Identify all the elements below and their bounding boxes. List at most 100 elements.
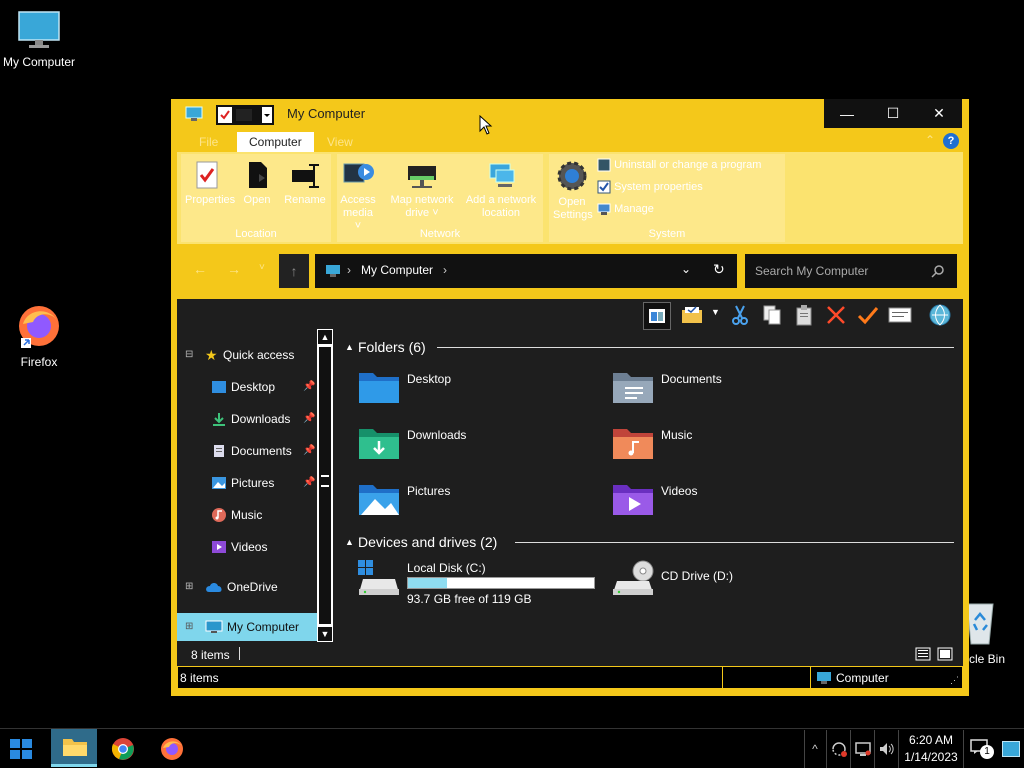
folder-music[interactable]: Music	[611, 425, 811, 465]
pictures-folder-icon	[359, 485, 399, 515]
forward-arrow-icon[interactable]: →	[227, 261, 241, 277]
paste-icon[interactable]	[791, 302, 817, 328]
drives-group-header[interactable]: Devices and drives (2)	[358, 534, 497, 550]
folder-documents[interactable]: Documents	[611, 369, 811, 409]
ribbon-group-label: System	[648, 228, 686, 240]
address-bar[interactable]: › My Computer › ⌄ ↻	[315, 254, 737, 288]
monitor-icon	[18, 11, 60, 48]
refresh-icon[interactable]: ↻	[713, 261, 725, 278]
document-icon	[214, 445, 224, 457]
details-view-icon[interactable]	[915, 647, 931, 661]
search-box[interactable]: Search My Computer	[745, 254, 957, 288]
sidebar-item-label: Desktop	[231, 380, 276, 394]
clock[interactable]: 6:20 AM 1/14/2023	[898, 730, 964, 768]
ribbon: Properties Open Rename Location Access m…	[177, 152, 963, 244]
expand-icon[interactable]: ⊞	[185, 575, 193, 599]
access-media-button[interactable]: Access media ˅	[339, 160, 377, 233]
content-area: ▼ ⊟ ★ Quick access Desktop 📌 Downloads 📌…	[177, 299, 963, 664]
cut-icon[interactable]	[727, 302, 753, 328]
chevron-down-icon[interactable]: ▼	[711, 307, 720, 317]
taskbar-file-explorer[interactable]	[51, 729, 97, 767]
new-folder-qat-icon[interactable]	[236, 109, 252, 121]
display-icon[interactable]	[850, 730, 875, 768]
help-icon[interactable]: ?	[943, 133, 959, 149]
tab-view[interactable]: View	[327, 132, 353, 152]
folder-desktop[interactable]: Desktop	[357, 369, 557, 409]
manage-label: Manage	[614, 202, 654, 215]
preview-pane-icon[interactable]	[643, 302, 671, 330]
collapse-icon[interactable]: ⊟	[185, 343, 193, 367]
up-arrow-icon[interactable]: ↑	[279, 254, 309, 288]
sidebar-item-quick-access[interactable]: ⊟ ★ Quick access	[177, 343, 317, 367]
scroll-up-icon[interactable]: ▲	[317, 329, 333, 345]
globe-icon[interactable]	[927, 302, 953, 328]
start-button[interactable]	[8, 737, 38, 761]
collapse-folders-icon[interactable]: ▲	[345, 342, 354, 352]
manage-button[interactable]: Manage	[597, 202, 654, 216]
expand-icon[interactable]: ⊞	[185, 613, 193, 641]
recent-locations-chevron-icon[interactable]: ˅	[259, 262, 265, 273]
system-properties-button[interactable]: System properties	[597, 180, 703, 194]
sidebar-item-downloads[interactable]: Downloads 📌	[177, 407, 317, 431]
folder-name: Pictures	[407, 484, 451, 498]
volume-icon[interactable]	[874, 730, 899, 768]
tab-file[interactable]: File	[199, 132, 218, 152]
expand-ribbon-icon[interactable]: ⌃	[925, 133, 935, 147]
sidebar-item-documents[interactable]: Documents 📌	[177, 439, 317, 463]
network-status-icon[interactable]	[826, 730, 851, 768]
open-settings-button[interactable]: Open Settings	[553, 160, 593, 222]
sidebar-item-desktop[interactable]: Desktop 📌	[177, 375, 317, 399]
copy-icon[interactable]	[759, 302, 785, 328]
tab-computer[interactable]: Computer	[237, 132, 314, 152]
sidebar-item-videos[interactable]: Videos	[177, 535, 317, 559]
uninstall-program-button[interactable]: Uninstall or change a program	[597, 158, 761, 172]
drive-name: CD Drive (D:)	[661, 569, 733, 583]
desktop-icon-my-computer[interactable]: My Computer	[0, 10, 79, 69]
back-arrow-icon[interactable]: ←	[193, 261, 207, 277]
sidebar-item-my-computer[interactable]: ⊞ My Computer	[177, 613, 317, 641]
folder-pictures[interactable]: Pictures	[357, 481, 557, 521]
folder-downloads[interactable]: Downloads	[357, 425, 557, 465]
search-input[interactable]: Search My Computer	[755, 264, 868, 278]
taskbar-firefox[interactable]	[160, 737, 184, 761]
checkmark-icon[interactable]	[855, 302, 881, 328]
show-hidden-icons-chevron-icon[interactable]: ^	[804, 730, 825, 768]
drive-cd-d[interactable]: CD Drive (D:)	[611, 559, 811, 607]
sidebar-item-pictures[interactable]: Pictures 📌	[177, 471, 317, 495]
collapse-drives-icon[interactable]: ▲	[345, 537, 354, 547]
properties-qat-icon[interactable]	[218, 107, 232, 123]
select-options-icon[interactable]	[679, 302, 705, 328]
sidebar-scrollbar[interactable]: ▲ ▼	[317, 329, 333, 642]
maximize-button[interactable]: ☐	[870, 99, 916, 128]
properties-sheet-icon[interactable]	[887, 302, 913, 328]
rename-button[interactable]: Rename	[283, 160, 327, 207]
add-network-location-button[interactable]: Add a network location	[461, 162, 541, 220]
title-bar[interactable]: My Computer — ☐ ✕	[171, 99, 969, 129]
close-button[interactable]: ✕	[916, 99, 962, 128]
resize-grip-icon[interactable]: ⋰	[950, 675, 959, 686]
scroll-down-icon[interactable]: ▼	[317, 626, 333, 642]
notification-center-button[interactable]: 1	[968, 737, 996, 761]
address-dropdown-icon[interactable]: ⌄	[681, 262, 691, 276]
delete-icon[interactable]	[823, 302, 849, 328]
breadcrumb-my-computer[interactable]: My Computer	[361, 263, 433, 277]
scroll-thumb[interactable]	[319, 347, 331, 624]
folder-videos[interactable]: Videos	[611, 481, 811, 521]
sidebar-item-music[interactable]: Music	[177, 503, 317, 527]
desktop-icon-recycle-bin[interactable]: cle Bin	[965, 600, 1024, 670]
map-network-drive-button[interactable]: Map network drive ˅	[385, 162, 459, 220]
open-button[interactable]: Open	[239, 160, 275, 207]
map-network-drive-label: Map network drive ˅	[390, 194, 454, 219]
desktop-icon-firefox[interactable]: Firefox	[0, 302, 79, 369]
large-icons-view-icon[interactable]	[937, 647, 953, 661]
minimize-button[interactable]: —	[824, 99, 870, 128]
sidebar-item-onedrive[interactable]: ⊞ OneDrive	[177, 575, 317, 599]
show-desktop-icon[interactable]	[1002, 741, 1020, 757]
folders-group-header[interactable]: Folders (6)	[358, 339, 426, 355]
taskbar-chrome[interactable]	[111, 737, 135, 761]
breadcrumb-chevron-icon[interactable]: ›	[443, 263, 447, 277]
properties-button[interactable]: Properties	[185, 160, 235, 207]
customize-qat-icon[interactable]	[262, 107, 272, 123]
drive-local-disk-c[interactable]: Local Disk (C:) 93.7 GB free of 119 GB	[357, 559, 597, 607]
navigation-bar: ← → ˅ ↑ › My Computer › ⌄ ↻ Search My Co…	[177, 250, 963, 292]
